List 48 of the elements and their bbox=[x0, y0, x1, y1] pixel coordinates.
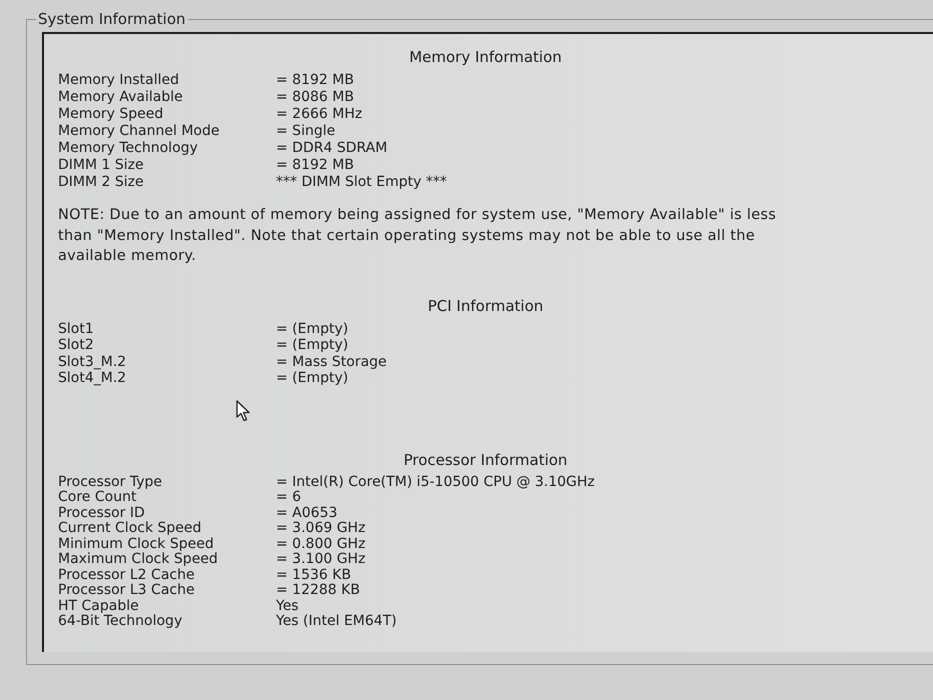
field-value: = 3.069 GHz bbox=[276, 521, 366, 536]
field-label: Slot2 bbox=[58, 337, 94, 354]
field-label: Processor Type bbox=[58, 474, 162, 490]
field-label: Memory Technology bbox=[58, 140, 198, 157]
group-box-title: System Information bbox=[37, 10, 187, 28]
field-value: = (Empty) bbox=[276, 370, 348, 386]
field-value: = Intel(R) Core(TM) i5-10500 CPU @ 3.10GHz bbox=[276, 474, 595, 490]
mouse-pointer-icon bbox=[236, 400, 252, 422]
field-label: Memory Speed bbox=[58, 106, 164, 123]
field-label: Processor L3 Cache bbox=[58, 583, 195, 598]
section-heading: Processor Information bbox=[404, 450, 568, 468]
field-value: = (Empty) bbox=[276, 320, 348, 337]
section-heading: PCI Information bbox=[428, 296, 544, 314]
field-value: = 6 bbox=[276, 490, 302, 506]
field-value: = 0.800 GHz bbox=[276, 536, 366, 552]
field-value: *** DIMM Slot Empty *** bbox=[276, 174, 447, 191]
field-label: Maximum Clock Speed bbox=[58, 552, 218, 568]
field-value: = A0653 bbox=[276, 506, 338, 521]
field-label: Memory Channel Mode bbox=[58, 123, 220, 140]
field-label: DIMM 1 Size bbox=[58, 157, 144, 174]
field-label: Minimum Clock Speed bbox=[58, 536, 214, 552]
field-label: Core Count bbox=[58, 490, 136, 506]
field-value: = 8086 MB bbox=[276, 89, 354, 106]
field-value: = 12288 KB bbox=[276, 583, 360, 598]
field-value: = DDR4 SDRAM bbox=[276, 140, 388, 157]
field-value: = (Empty) bbox=[276, 337, 348, 354]
field-value: = 3.100 GHz bbox=[276, 552, 366, 568]
field-value: = 8192 MB bbox=[276, 157, 354, 174]
field-value: = Single bbox=[276, 123, 336, 140]
field-label: 64-Bit Technology bbox=[58, 614, 182, 630]
field-label: Memory Available bbox=[58, 89, 183, 106]
field-value: = Mass Storage bbox=[276, 354, 387, 370]
memory-note: NOTE: Due to an amount of memory being assigned for system use, "Memory Available" is less than "Memory Installed". Note that certain operating systems may not be able to use all the available memory. bbox=[58, 206, 778, 266]
field-label: Memory Installed bbox=[58, 72, 180, 89]
field-label: Slot4_M.2 bbox=[58, 370, 126, 386]
field-label: Processor L2 Cache bbox=[58, 568, 195, 583]
field-label: Slot3_M.2 bbox=[58, 354, 126, 370]
field-value: = 8192 MB bbox=[276, 72, 354, 89]
field-value: Yes (Intel EM64T) bbox=[276, 614, 397, 630]
field-value: = 1536 KB bbox=[276, 568, 352, 583]
field-label: DIMM 2 Size bbox=[58, 174, 144, 191]
field-label: Current Clock Speed bbox=[58, 521, 202, 536]
field-value: = 2666 MHz bbox=[276, 106, 362, 123]
field-value: Yes bbox=[276, 598, 299, 614]
field-label: Processor ID bbox=[58, 506, 145, 521]
section-heading: Memory Information bbox=[409, 48, 562, 66]
field-label: Slot1 bbox=[58, 320, 94, 337]
field-label: HT Capable bbox=[58, 598, 139, 614]
